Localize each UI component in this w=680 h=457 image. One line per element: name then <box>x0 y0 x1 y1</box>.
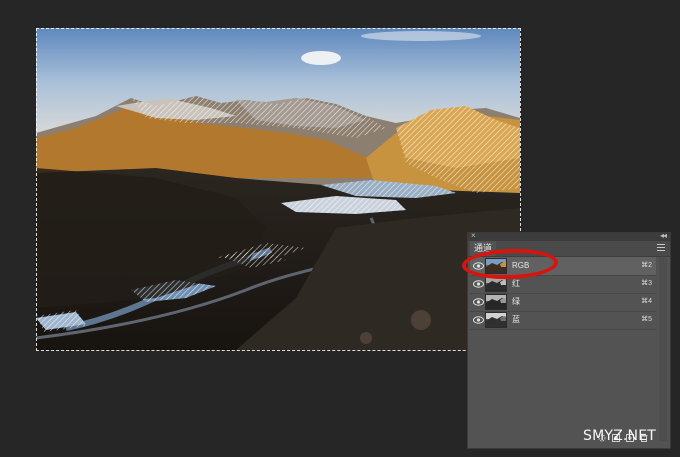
eye-icon[interactable] <box>473 298 484 306</box>
channel-name: 蓝 <box>512 315 520 324</box>
channel-row-blue[interactable]: 蓝 ⌘5 <box>470 311 656 330</box>
close-icon[interactable]: × <box>471 231 476 240</box>
landscape-photo <box>36 28 520 350</box>
document-canvas[interactable] <box>36 28 520 350</box>
channel-shortcut: ⌘4 <box>641 298 652 305</box>
channel-shortcut: ⌘2 <box>641 262 652 269</box>
channel-row-green[interactable]: 绿 ⌘4 <box>470 293 656 312</box>
watermark-text: SMYZ.NET <box>583 428 657 444</box>
panel-header-bar: × ◂◂ <box>468 231 670 241</box>
channel-thumbnail <box>485 312 507 328</box>
eye-icon[interactable] <box>473 316 484 324</box>
channel-name: 绿 <box>512 297 520 306</box>
channel-thumbnail <box>485 294 507 310</box>
panel-scrollbar[interactable] <box>659 257 667 441</box>
panel-menu-icon[interactable] <box>657 244 665 253</box>
collapse-icon[interactable]: ◂◂ <box>660 231 667 240</box>
eye-icon[interactable] <box>473 280 484 288</box>
channel-shortcut: ⌘5 <box>641 316 652 323</box>
channel-shortcut: ⌘3 <box>641 280 652 287</box>
